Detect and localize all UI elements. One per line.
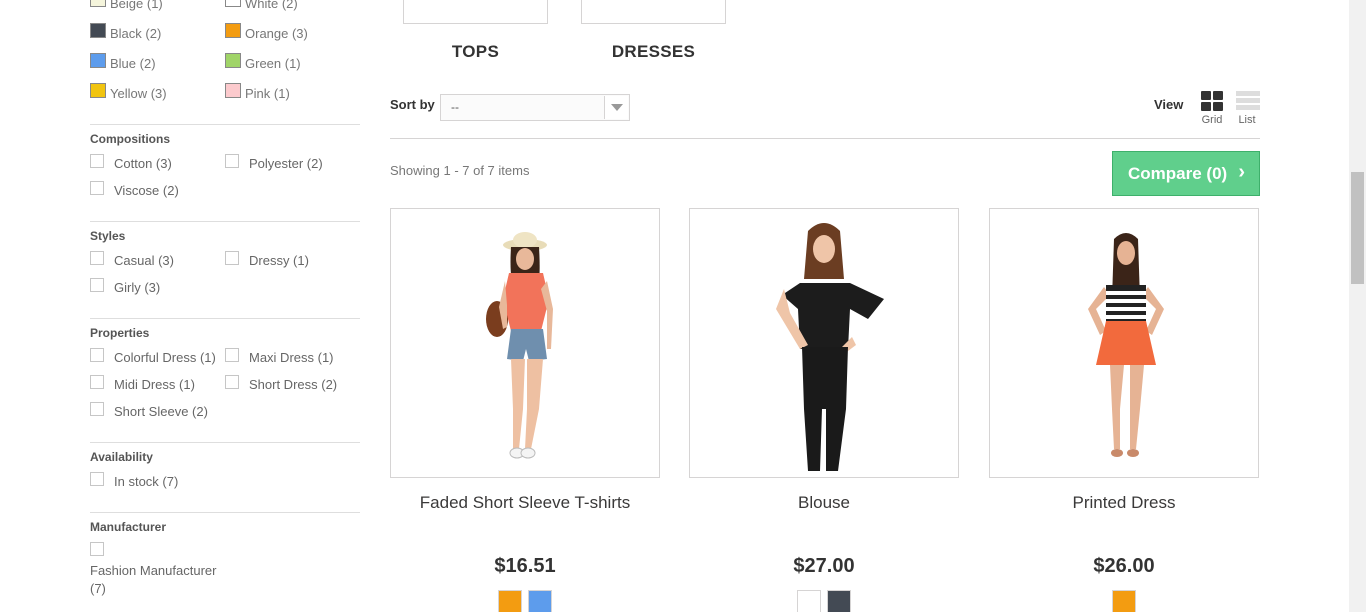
checkbox-midi-dress[interactable] [90, 375, 104, 389]
color-swatch-orange[interactable] [225, 23, 241, 38]
color-label-beige[interactable]: Beige (1) [110, 0, 163, 11]
color-swatch-orange[interactable] [1112, 590, 1136, 612]
subcategory-image-dresses[interactable] [581, 0, 726, 24]
sort-by-label: Sort by [390, 97, 435, 112]
filter-label-viscose[interactable]: Viscose (2) [114, 183, 179, 198]
color-swatch-black[interactable] [827, 590, 851, 612]
color-swatch-white[interactable] [225, 0, 241, 7]
compare-label: Compare (0) [1128, 164, 1228, 183]
compositions-title: Compositions [90, 132, 170, 146]
filter-label-short-dress[interactable]: Short Dress (2) [249, 377, 337, 392]
filter-label-cotton[interactable]: Cotton (3) [114, 156, 172, 171]
checkbox-fashion-manufacturer[interactable] [90, 542, 104, 556]
checkbox-in-stock[interactable] [90, 472, 104, 486]
product-image[interactable] [989, 208, 1259, 478]
product-color-swatches [797, 590, 851, 612]
color-label-orange[interactable]: Orange (3) [245, 26, 308, 41]
checkbox-short-sleeve[interactable] [90, 402, 104, 416]
styles-title: Styles [90, 229, 126, 243]
compare-button[interactable]: Compare (0) › [1112, 151, 1260, 196]
product-price: $27.00 [793, 555, 855, 577]
properties-title: Properties [90, 326, 150, 340]
chevron-down-icon[interactable] [604, 96, 628, 119]
color-swatch-black[interactable] [90, 23, 106, 38]
checkbox-cotton[interactable] [90, 154, 104, 168]
color-label-green[interactable]: Green (1) [245, 56, 301, 71]
sort-select[interactable]: -- [440, 94, 630, 121]
divider [90, 512, 360, 513]
filter-label-midi-dress[interactable]: Midi Dress (1) [114, 377, 195, 392]
subcategory-link-tops[interactable]: TOPS [403, 42, 548, 62]
model-figure-icon [1088, 233, 1164, 457]
checkbox-girly[interactable] [90, 278, 104, 292]
product-price: $26.00 [1093, 555, 1155, 577]
checkbox-casual[interactable] [90, 251, 104, 265]
view-label: View [1154, 97, 1184, 112]
checkbox-dressy[interactable] [225, 251, 239, 265]
color-swatch-yellow[interactable] [90, 83, 106, 98]
divider [90, 221, 360, 222]
color-label-black[interactable]: Black (2) [110, 26, 161, 41]
color-swatch-orange[interactable] [498, 590, 522, 612]
color-label-yellow[interactable]: Yellow (3) [110, 86, 167, 101]
color-swatch-beige[interactable] [90, 0, 106, 7]
divider [90, 124, 360, 125]
divider [390, 138, 1260, 139]
checkbox-short-dress[interactable] [225, 375, 239, 389]
subcategory-link-dresses[interactable]: DRESSES [581, 42, 726, 62]
checkbox-maxi-dress[interactable] [225, 348, 239, 362]
model-figure-icon [486, 232, 553, 459]
subcategory-image-tops[interactable] [403, 0, 548, 24]
color-swatch-green[interactable] [225, 53, 241, 68]
filter-label-polyester[interactable]: Polyester (2) [249, 156, 323, 171]
filter-label-short-sleeve[interactable]: Short Sleeve (2) [114, 404, 208, 419]
filter-label-girly[interactable]: Girly (3) [114, 280, 160, 295]
color-swatch-pink[interactable] [225, 83, 241, 98]
model-figure-icon [776, 223, 884, 471]
availability-title: Availability [90, 450, 153, 464]
color-swatch-blue[interactable] [528, 590, 552, 612]
product-color-swatches [1112, 590, 1136, 612]
scrollbar-thumb[interactable] [1351, 172, 1364, 284]
divider [90, 318, 360, 319]
product-name[interactable]: Printed Dress [989, 493, 1259, 513]
manufacturer-title: Manufacturer [90, 520, 167, 534]
showing-count: Showing 1 - 7 of 7 items [390, 163, 530, 178]
product-name[interactable]: Blouse [689, 493, 959, 513]
color-swatch-blue[interactable] [90, 53, 106, 68]
product-image[interactable] [390, 208, 660, 478]
filter-label-casual[interactable]: Casual (3) [114, 253, 174, 268]
filter-label-colorful-dress[interactable]: Colorful Dress (1) [114, 350, 216, 365]
product-price: $16.51 [494, 555, 556, 577]
checkbox-polyester[interactable] [225, 154, 239, 168]
filter-label-maxi-dress[interactable]: Maxi Dress (1) [249, 350, 334, 365]
page-scrollbar[interactable] [1349, 0, 1366, 612]
checkbox-colorful-dress[interactable] [90, 348, 104, 362]
color-label-pink[interactable]: Pink (1) [245, 86, 290, 101]
chevron-right-icon: › [1238, 161, 1245, 183]
product-name[interactable]: Faded Short Sleeve T-shirts [390, 493, 660, 513]
list-icon [1236, 91, 1260, 111]
sort-selected-value: -- [451, 100, 459, 114]
checkbox-viscose[interactable] [90, 181, 104, 195]
product-image[interactable] [689, 208, 959, 478]
filter-label-fashion-manufacturer-count[interactable]: (7) [90, 581, 106, 596]
filter-label-in-stock[interactable]: In stock (7) [114, 474, 178, 489]
color-label-white[interactable]: White (2) [245, 0, 298, 11]
grid-view-label: Grid [1201, 114, 1223, 126]
color-label-blue[interactable]: Blue (2) [110, 56, 156, 71]
divider [90, 442, 360, 443]
filter-label-dressy[interactable]: Dressy (1) [249, 253, 309, 268]
filter-label-fashion-manufacturer[interactable]: Fashion Manufacturer [90, 563, 216, 578]
product-color-swatches [498, 590, 552, 612]
color-swatch-white[interactable] [797, 590, 821, 612]
grid-icon [1201, 91, 1223, 111]
list-view-label: List [1238, 114, 1256, 126]
